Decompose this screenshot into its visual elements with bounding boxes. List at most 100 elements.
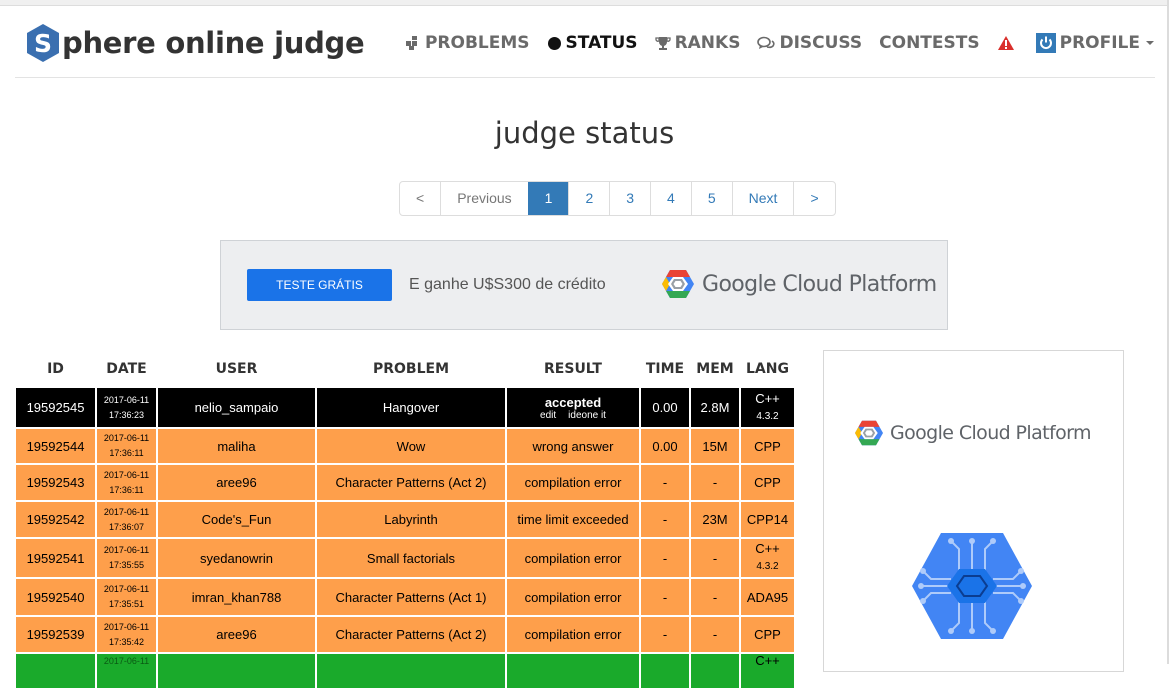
submission-id[interactable]: 19592540 [14,577,97,617]
ad-gcp-logo: Google Cloud Platform [661,268,937,300]
submission-id[interactable]: 19592543 [14,463,97,502]
edit-link[interactable]: edit [540,410,556,421]
submission-problem[interactable]: Wow [315,427,507,465]
column-header-mem[interactable]: MEM [690,352,740,387]
pagination-page[interactable]: 5 [690,182,732,215]
submission-date: 2017-06-11 [95,652,158,690]
lang-name: C++ [755,541,780,556]
column-header-time[interactable]: TIME [640,352,690,387]
result-links: edit ideone it [507,410,639,421]
submission-user[interactable]: maliha [156,427,317,465]
submission-problem[interactable]: Labyrinth [315,500,507,539]
ad-trial-button[interactable]: TESTE GRÁTIS [247,269,392,301]
pagination-page[interactable]: 2 [568,182,609,215]
submission-date: 2017-06-11 17:36:07 [95,500,158,539]
submission-problem[interactable]: Character Patterns (Act 2) [315,463,507,502]
result-text: accepted [544,394,602,410]
submission-mem: - [689,463,741,502]
nav-discuss[interactable]: DISCUSS [757,33,862,53]
date-time: 17:35:51 [108,599,145,609]
google-cloud-hexagon-icon [855,420,883,446]
table-row: 19592543 2017-06-11 17:36:11 aree96 Chara… [14,463,796,502]
submission-time: - [639,463,691,502]
caret-down-icon [1146,41,1154,45]
pagination-prev-arrow[interactable]: < [400,182,440,215]
submission-user[interactable]: nelio_sampaio [156,386,317,429]
logo-letter: S [34,29,52,58]
submission-id[interactable]: 19592542 [14,500,97,539]
submission-user[interactable]: Code's_Fun [156,500,317,539]
submission-lang: C++ 4.3.2 [739,537,796,579]
lang-version: 4.3.2 [756,410,779,422]
column-header-user[interactable]: USER [157,352,316,387]
column-header-date[interactable]: DATE [96,352,157,387]
table-row: 19592541 2017-06-11 17:35:55 syedanowrin … [14,537,796,579]
nav-status[interactable]: STATUS [547,33,638,53]
submission-user[interactable]: aree96 [156,463,317,502]
submission-id[interactable] [14,652,97,690]
submission-time: - [639,615,691,654]
submission-problem[interactable]: Hangover [315,386,507,429]
submission-user[interactable] [156,652,317,690]
submission-result: wrong answer [505,427,641,465]
submission-problem[interactable]: Character Patterns (Act 1) [315,577,507,617]
submission-user[interactable]: imran_khan788 [156,577,317,617]
pagination-page[interactable]: 3 [609,182,650,215]
pagination-page[interactable]: 4 [650,182,691,215]
submission-mem: - [689,577,741,617]
submission-id[interactable]: 19592544 [14,427,97,465]
date-day: 2017-06-11 [103,394,150,405]
submission-user[interactable]: aree96 [156,615,317,654]
submission-time: 0.00 [639,427,691,465]
table-row: 2017-06-11 C++ [14,652,796,690]
pagination-next[interactable]: Next [731,182,794,215]
submission-id[interactable]: 19592545 [14,386,97,429]
ad-banner[interactable]: TESTE GRÁTIS E ganhe U$S300 de crédito G… [220,240,948,330]
submission-problem[interactable]: Character Patterns (Act 2) [315,615,507,654]
table-row: 19592545 2017-06-11 17:36:23 nelio_sampai… [14,386,796,429]
side-ad-gcp-logo: Google Cloud Platform [854,419,1091,447]
submission-result: compilation error [505,463,641,502]
nav-problems[interactable]: PROBLEMS [405,33,530,53]
power-icon [1035,33,1056,53]
nav-contests[interactable]: CONTESTS [879,33,979,53]
ideone-link[interactable]: ideone it [568,410,606,421]
site-logo[interactable]: S phere online judge [25,23,365,63]
nav-profile[interactable]: PROFILE [1035,33,1155,53]
date-day: 2017-06-11 [103,621,150,632]
nav-contests-label: CONTESTS [879,33,980,53]
submission-problem[interactable] [315,652,507,690]
date-time: 17:36:07 [108,521,145,532]
submission-mem [689,652,741,690]
column-header-lang[interactable]: LANG [740,352,795,387]
circle-icon [547,36,561,50]
date-day: 2017-06-11 [103,433,150,443]
submission-lang: CPP [739,463,796,502]
puzzle-icon [405,36,417,50]
lang-name: C++ [755,390,780,406]
submission-id[interactable]: 19592541 [14,537,97,579]
pagination-next-arrow[interactable]: > [793,182,834,215]
submission-id[interactable]: 19592539 [14,615,97,654]
column-header-id[interactable]: ID [15,352,96,387]
ad-gcp-text: Google Cloud Platform [702,271,937,297]
pagination-previous[interactable]: Previous [440,182,527,215]
side-ad-gcp-text: Google Cloud Platform [890,422,1091,444]
submission-date: 2017-06-11 17:36:23 [95,386,158,429]
nav-warning[interactable] [997,35,1019,51]
submission-problem[interactable]: Small factorials [315,537,507,579]
submission-mem: - [689,537,741,579]
side-ad[interactable]: Google Cloud Platform [823,350,1124,672]
table-row: 19592539 2017-06-11 17:35:42 aree96 Chara… [14,615,796,654]
column-header-result[interactable]: RESULT [506,352,640,387]
column-header-problem[interactable]: PROBLEM [316,352,506,387]
trophy-icon [654,36,671,50]
pagination-page[interactable]: 1 [527,182,569,215]
submission-time: 0.00 [639,386,691,429]
logo-hexagon-icon: S [25,23,61,63]
nav-ranks[interactable]: RANKS [654,33,740,53]
submission-user[interactable]: syedanowrin [156,537,317,579]
submission-time [639,652,691,690]
date-time: 17:36:11 [109,484,144,495]
submission-result: compilation error [505,615,641,654]
